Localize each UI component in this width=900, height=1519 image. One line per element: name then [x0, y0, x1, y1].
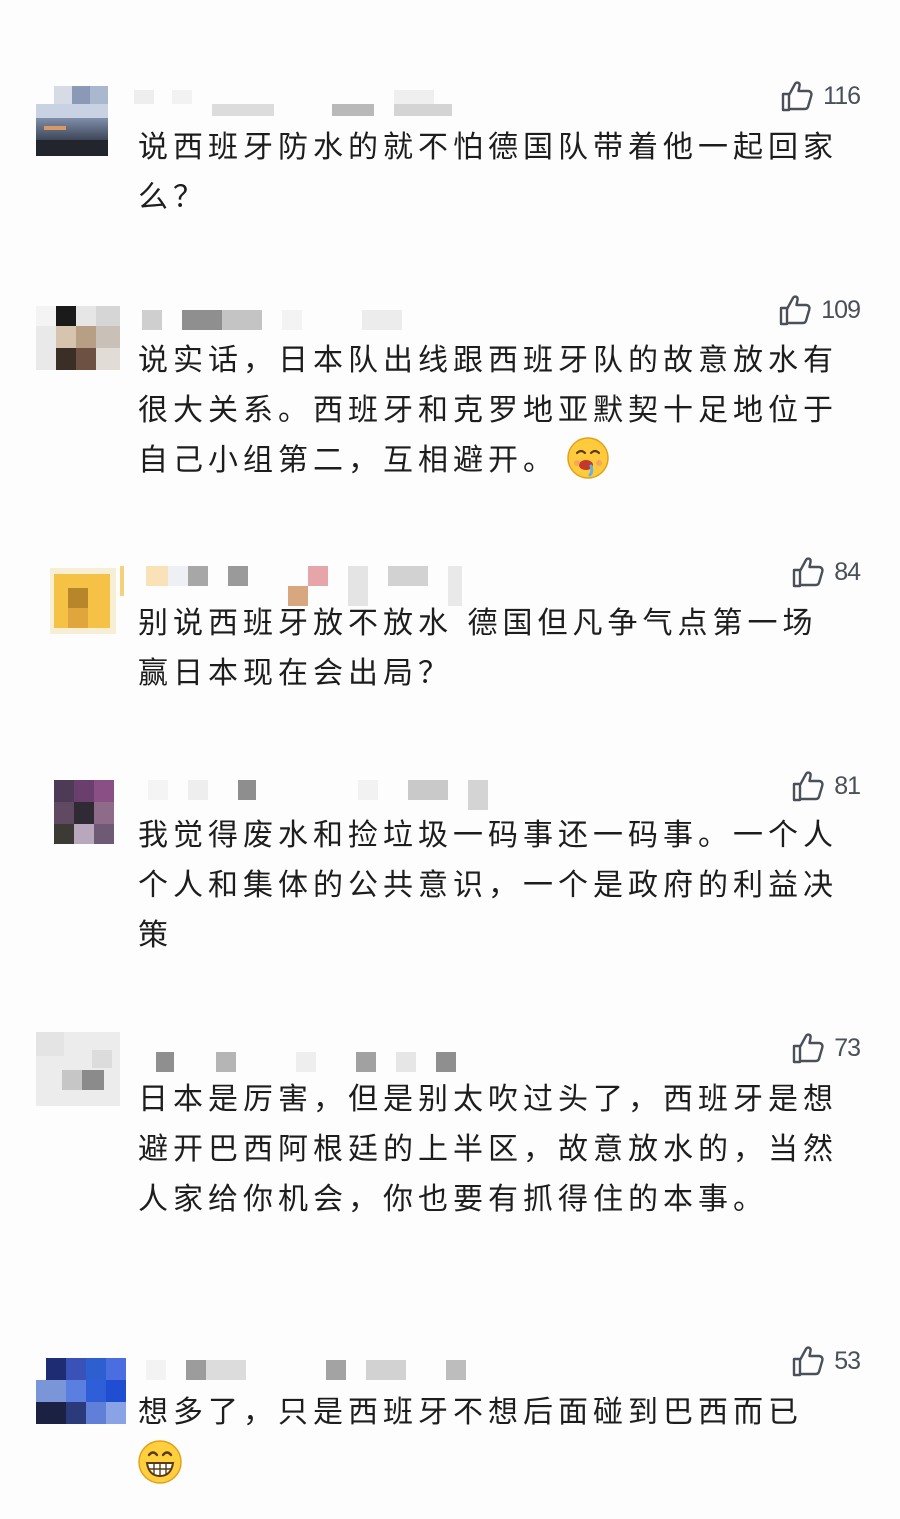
thumbs-up-icon	[790, 554, 826, 590]
comment-text: 想多了，只是西班牙不想后面碰到巴西而已	[138, 1395, 803, 1430]
comment-text: 说西班牙防水的就不怕德国队带着他一起回家么？	[138, 130, 838, 215]
avatar[interactable]	[36, 1032, 120, 1106]
like-button[interactable]: 53	[790, 1341, 861, 1381]
drooling-face-icon	[566, 436, 610, 480]
username-mosaic[interactable]	[134, 84, 474, 124]
comment-text-body: 说实话，日本队出线跟西班牙队的故意放水有很大关系。西班牙和克罗地亚默契十足地位于…	[138, 343, 838, 478]
thumbs-up-icon	[777, 292, 813, 328]
like-count: 53	[834, 1346, 861, 1375]
avatar[interactable]	[36, 1358, 126, 1424]
avatar[interactable]	[50, 568, 116, 634]
avatar[interactable]	[54, 780, 114, 844]
comment-text: 别说西班牙放不放水 德国但凡争气点第一场赢日本现在会出局？	[138, 606, 818, 691]
avatar[interactable]	[36, 306, 120, 370]
like-count: 84	[834, 557, 861, 586]
like-button[interactable]: 116	[779, 76, 861, 116]
like-button[interactable]: 84	[790, 552, 861, 592]
thumbs-up-icon	[790, 768, 826, 804]
like-count: 109	[821, 295, 861, 324]
username-mosaic[interactable]	[120, 562, 474, 606]
like-button[interactable]: 81	[790, 766, 861, 806]
username-mosaic[interactable]	[134, 776, 488, 816]
thumbs-up-icon	[779, 78, 815, 114]
comment-text: 说实话，日本队出线跟西班牙队的故意放水有很大关系。西班牙和克罗地亚默契十足地位于…	[138, 336, 850, 486]
comment-text: 日本是厉害，但是别太吹过头了，西班牙是想避开巴西阿根廷的上半区，故意放水的，当然…	[138, 1082, 838, 1217]
like-count: 81	[834, 771, 861, 800]
thumbs-up-icon	[790, 1343, 826, 1379]
thumbs-up-icon	[790, 1030, 826, 1066]
like-count: 73	[834, 1033, 861, 1062]
like-button[interactable]: 109	[777, 290, 861, 330]
like-button[interactable]: 73	[790, 1028, 861, 1068]
like-count: 116	[823, 81, 861, 110]
avatar[interactable]	[36, 86, 108, 156]
grinning-face-icon	[136, 1438, 184, 1486]
comment-text: 我觉得废水和捡垃圾一码事还一码事。一个人个人和集体的公共意识，一个是政府的利益决…	[138, 818, 838, 953]
